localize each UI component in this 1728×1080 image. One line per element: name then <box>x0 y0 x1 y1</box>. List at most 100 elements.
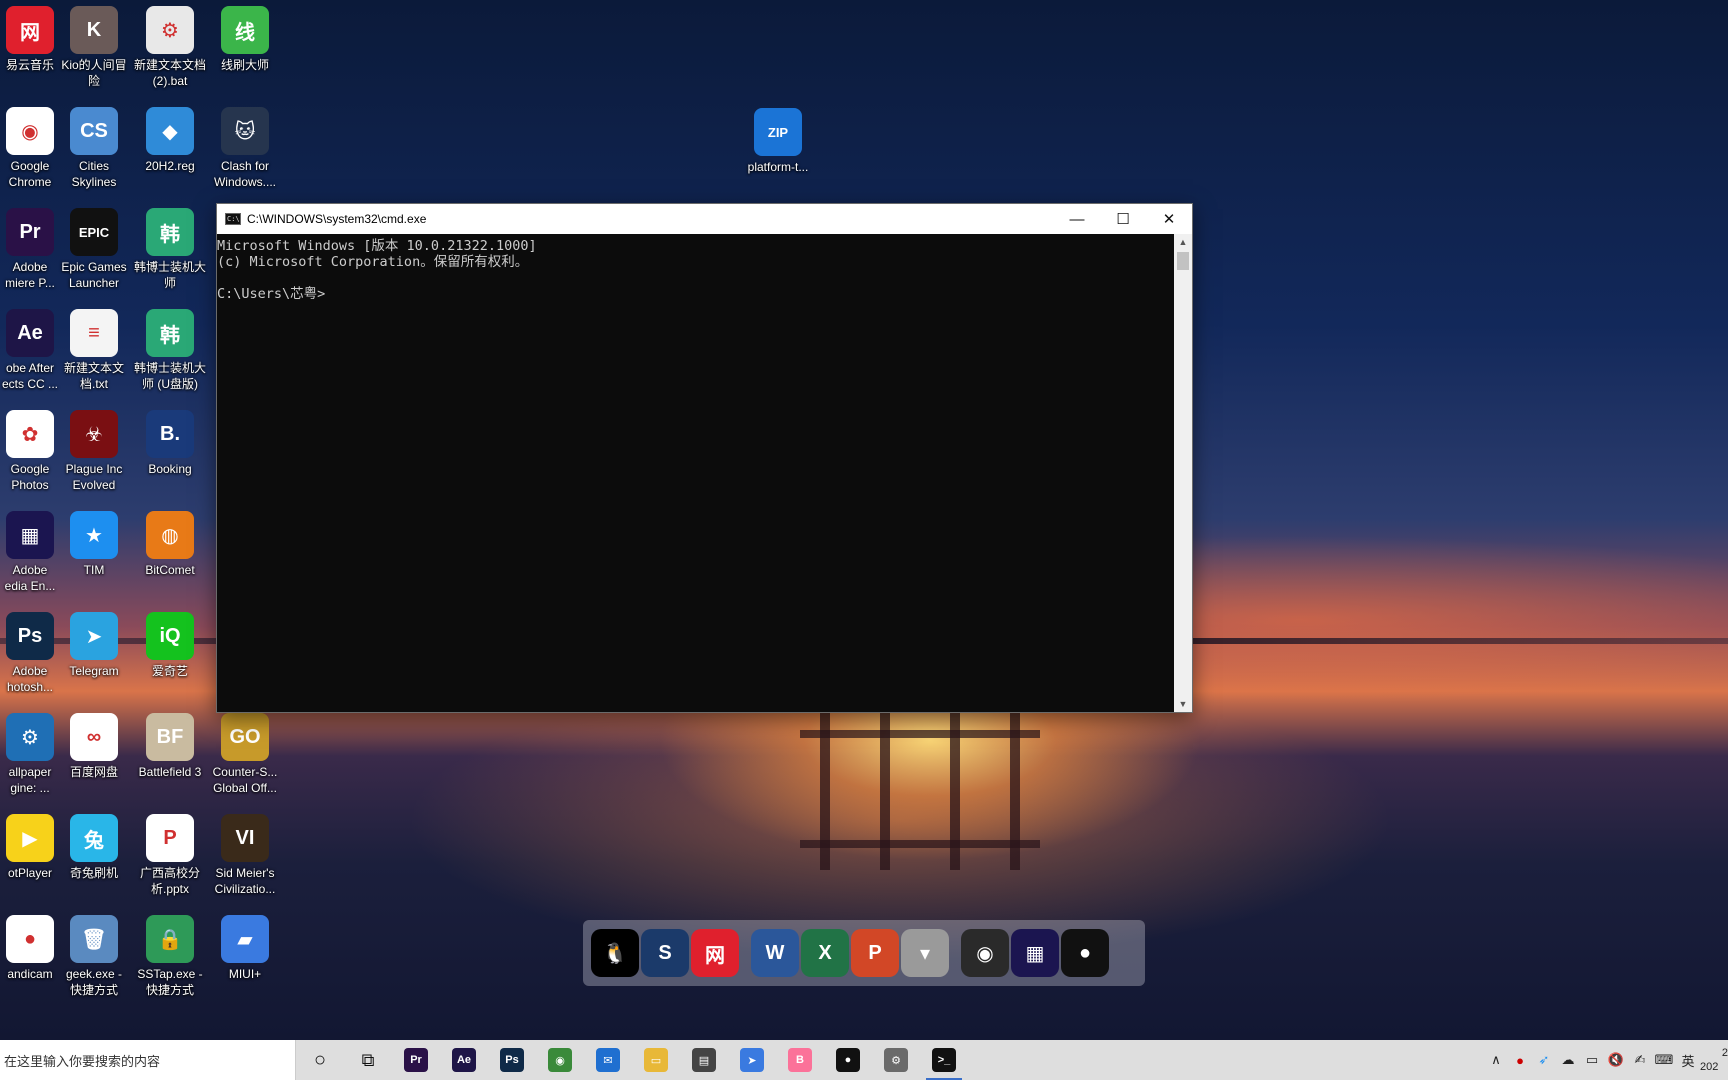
taskbar-bandicam-button[interactable]: ● <box>824 1040 872 1080</box>
app-icon: ● <box>6 915 54 963</box>
taskbar-search-box[interactable]: 在这里输入你要搜索的内容 <box>0 1040 296 1080</box>
desktop-icon-label: Counter-S... Global Off... <box>212 765 278 795</box>
desktop-icon[interactable]: ≡ 新建文本文 档.txt <box>56 309 132 394</box>
cmd-title-bar[interactable]: C:\ C:\WINDOWS\system32\cmd.exe — ☐ ✕ <box>217 204 1192 234</box>
app-icon: ⚙ <box>146 6 194 54</box>
desktop-icon[interactable]: ∞ 百度网盘 <box>56 713 132 798</box>
minimize-button[interactable]: — <box>1054 204 1100 234</box>
dock-chrome-icon[interactable]: ◉ <box>961 929 1009 977</box>
taskbar-cmd-button[interactable]: >_ <box>920 1040 968 1080</box>
desktop-icon[interactable]: EPIC Epic Games Launcher <box>56 208 132 293</box>
desktop-icon[interactable]: K Kio的人间冒 险 <box>56 6 132 91</box>
desktop-icon-label: SSTap.exe - 快捷方式 <box>137 967 203 997</box>
desktop-icon[interactable]: 🐱 Clash for Windows.... <box>207 107 283 192</box>
tray-keyboard-icon[interactable]: ⌨ <box>1652 1052 1676 1068</box>
desktop-icon[interactable]: ★ TIM <box>56 511 132 596</box>
desktop-icon[interactable]: 韩韩博士装机大 师 (U盘版) <box>132 309 208 394</box>
task-view-button[interactable]: ⧉ <box>344 1040 392 1080</box>
app-icon: ◍ <box>146 511 194 559</box>
desktop-icon-label: MIUI+ <box>228 967 262 981</box>
desktop-icon[interactable]: P 广西高校分 析.pptx <box>132 814 208 899</box>
scroll-thumb[interactable] <box>1177 252 1189 270</box>
desktop-icon-label: 广西高校分 析.pptx <box>139 866 200 896</box>
taskbar-chrome-button[interactable]: ◉ <box>536 1040 584 1080</box>
tray-pen-icon[interactable]: ✍ <box>1628 1052 1652 1068</box>
desktop-icon-label: 新建文本文档 (2).bat <box>133 58 206 88</box>
desktop-icon[interactable]: GO Counter-S... Global Off... <box>207 713 283 798</box>
dock-word-icon[interactable]: W <box>751 929 799 977</box>
cmd-app-icon: C:\ <box>225 213 241 225</box>
dock-powerpoint-icon[interactable]: P <box>851 929 899 977</box>
tray-chevron-icon[interactable]: ∧ <box>1484 1052 1508 1068</box>
app-icon: B. <box>146 410 194 458</box>
taskbar: 在这里输入你要搜索的内容 ○ ⧉ Pr Ae Ps ◉ ✉ ▭ ▤ ➤ B ● ⚙ >_ ∧ ● ➶ … <box>0 1040 1728 1080</box>
desktop-icon[interactable]: 🗑 geek.exe - 快捷方式 <box>56 915 132 1000</box>
dock-qq-icon[interactable]: 🐧 <box>591 929 639 977</box>
desktop-icon[interactable]: 韩韩博士装机大 师 <box>132 208 208 293</box>
desktop-icon-label: 韩博士装机大 师 (U盘版) <box>133 361 206 391</box>
tray-volume-icon[interactable]: 🔇 <box>1604 1052 1628 1068</box>
desktop-icon[interactable]: VI Sid Meier's Civilizatio... <box>207 814 283 899</box>
scroll-down-icon[interactable]: ▼ <box>1174 696 1192 712</box>
desktop-icon-label: 线刷大师 <box>220 58 269 72</box>
cmd-scrollbar[interactable]: ▲ ▼ <box>1174 234 1192 712</box>
scroll-up-icon[interactable]: ▲ <box>1174 234 1192 250</box>
desktop-icon[interactable]: 🔒 SSTap.exe - 快捷方式 <box>132 915 208 1000</box>
desktop-icon[interactable]: ◍ BitComet <box>132 511 208 596</box>
store-icon: ▤ <box>692 1048 716 1072</box>
photoshop-icon: Ps <box>500 1048 524 1072</box>
desktop-icon[interactable]: 兔奇兔刷机 <box>56 814 132 899</box>
dock-media-encoder-icon[interactable]: ▦ <box>1011 929 1059 977</box>
desktop-icon[interactable]: BF Battlefield 3 <box>132 713 208 798</box>
desktop-icon-label: Epic Games Launcher <box>61 260 127 290</box>
taskbar-settings-button[interactable]: ⚙ <box>872 1040 920 1080</box>
app-icon: ZIP <box>754 108 802 156</box>
cmd-console[interactable]: Microsoft Windows [版本 10.0.21322.1000] (c… <box>217 234 1175 712</box>
desktop-icon[interactable]: ZIP platform-t... <box>740 108 816 193</box>
tray-ime-indicator[interactable]: 英 <box>1676 1051 1700 1070</box>
desktop-icon[interactable]: ◆ 20H2.reg <box>132 107 208 192</box>
taskbar-premiere-button[interactable]: Pr <box>392 1040 440 1080</box>
taskbar-file-explorer-button[interactable]: ▭ <box>632 1040 680 1080</box>
tray-cursor-icon[interactable]: ➶ <box>1532 1052 1556 1068</box>
desktop-icon[interactable]: iQ 爱奇艺 <box>132 612 208 697</box>
cmd-window[interactable]: C:\ C:\WINDOWS\system32\cmd.exe — ☐ ✕ Mi… <box>216 203 1193 713</box>
app-icon: 线 <box>221 6 269 54</box>
dock-netease-music-icon[interactable]: 网 <box>691 929 739 977</box>
tray-clock[interactable]: 2 202 <box>1700 1046 1728 1074</box>
maximize-button[interactable]: ☐ <box>1100 204 1146 234</box>
dock-excel-icon[interactable]: X <box>801 929 849 977</box>
app-icon: ✿ <box>6 410 54 458</box>
desktop-icon[interactable]: ☣ Plague Inc Evolved <box>56 410 132 495</box>
desktop-icon[interactable]: ▰ MIUI+ <box>207 915 283 1000</box>
dock-folder-icon[interactable]: ▾ <box>901 929 949 977</box>
taskbar-store-button[interactable]: ▤ <box>680 1040 728 1080</box>
app-icon: Ae <box>6 309 54 357</box>
desktop-icon[interactable]: ➤ Telegram <box>56 612 132 697</box>
mail-icon: ✉ <box>596 1048 620 1072</box>
desktop-icon-label: Clash for Windows.... <box>213 159 276 189</box>
search-placeholder: 在这里输入你要搜索的内容 <box>4 1053 161 1069</box>
close-button[interactable]: ✕ <box>1146 204 1192 234</box>
clock-time: 2 <box>1721 1047 1728 1059</box>
desktop-icon-label: Telegram <box>69 664 119 678</box>
taskbar-photoshop-button[interactable]: Ps <box>488 1040 536 1080</box>
tray-network-icon[interactable]: ▭ <box>1580 1052 1604 1068</box>
app-icon: Pr <box>6 208 54 256</box>
tray-record-icon[interactable]: ● <box>1508 1053 1532 1068</box>
after-effects-icon: Ae <box>452 1048 476 1072</box>
desktop-icon[interactable]: ⚙ 新建文本文档 (2).bat <box>132 6 208 91</box>
dock-steam-icon[interactable]: S <box>641 929 689 977</box>
taskbar-after-effects-button[interactable]: Ae <box>440 1040 488 1080</box>
desktop-icon[interactable]: B. Booking <box>132 410 208 495</box>
cortana-button[interactable]: ○ <box>296 1040 344 1080</box>
taskbar-feishu-button[interactable]: ➤ <box>728 1040 776 1080</box>
app-icon: ▦ <box>6 511 54 559</box>
taskbar-bilibili-button[interactable]: B <box>776 1040 824 1080</box>
desktop-icon[interactable]: 线线刷大师 <box>207 6 283 91</box>
dock-bandicam-icon[interactable]: ● <box>1061 929 1109 977</box>
tray-cloud-icon[interactable]: ☁ <box>1556 1052 1580 1068</box>
desktop-icon[interactable]: CS Cities Skylines <box>56 107 132 192</box>
taskbar-mail-button[interactable]: ✉ <box>584 1040 632 1080</box>
